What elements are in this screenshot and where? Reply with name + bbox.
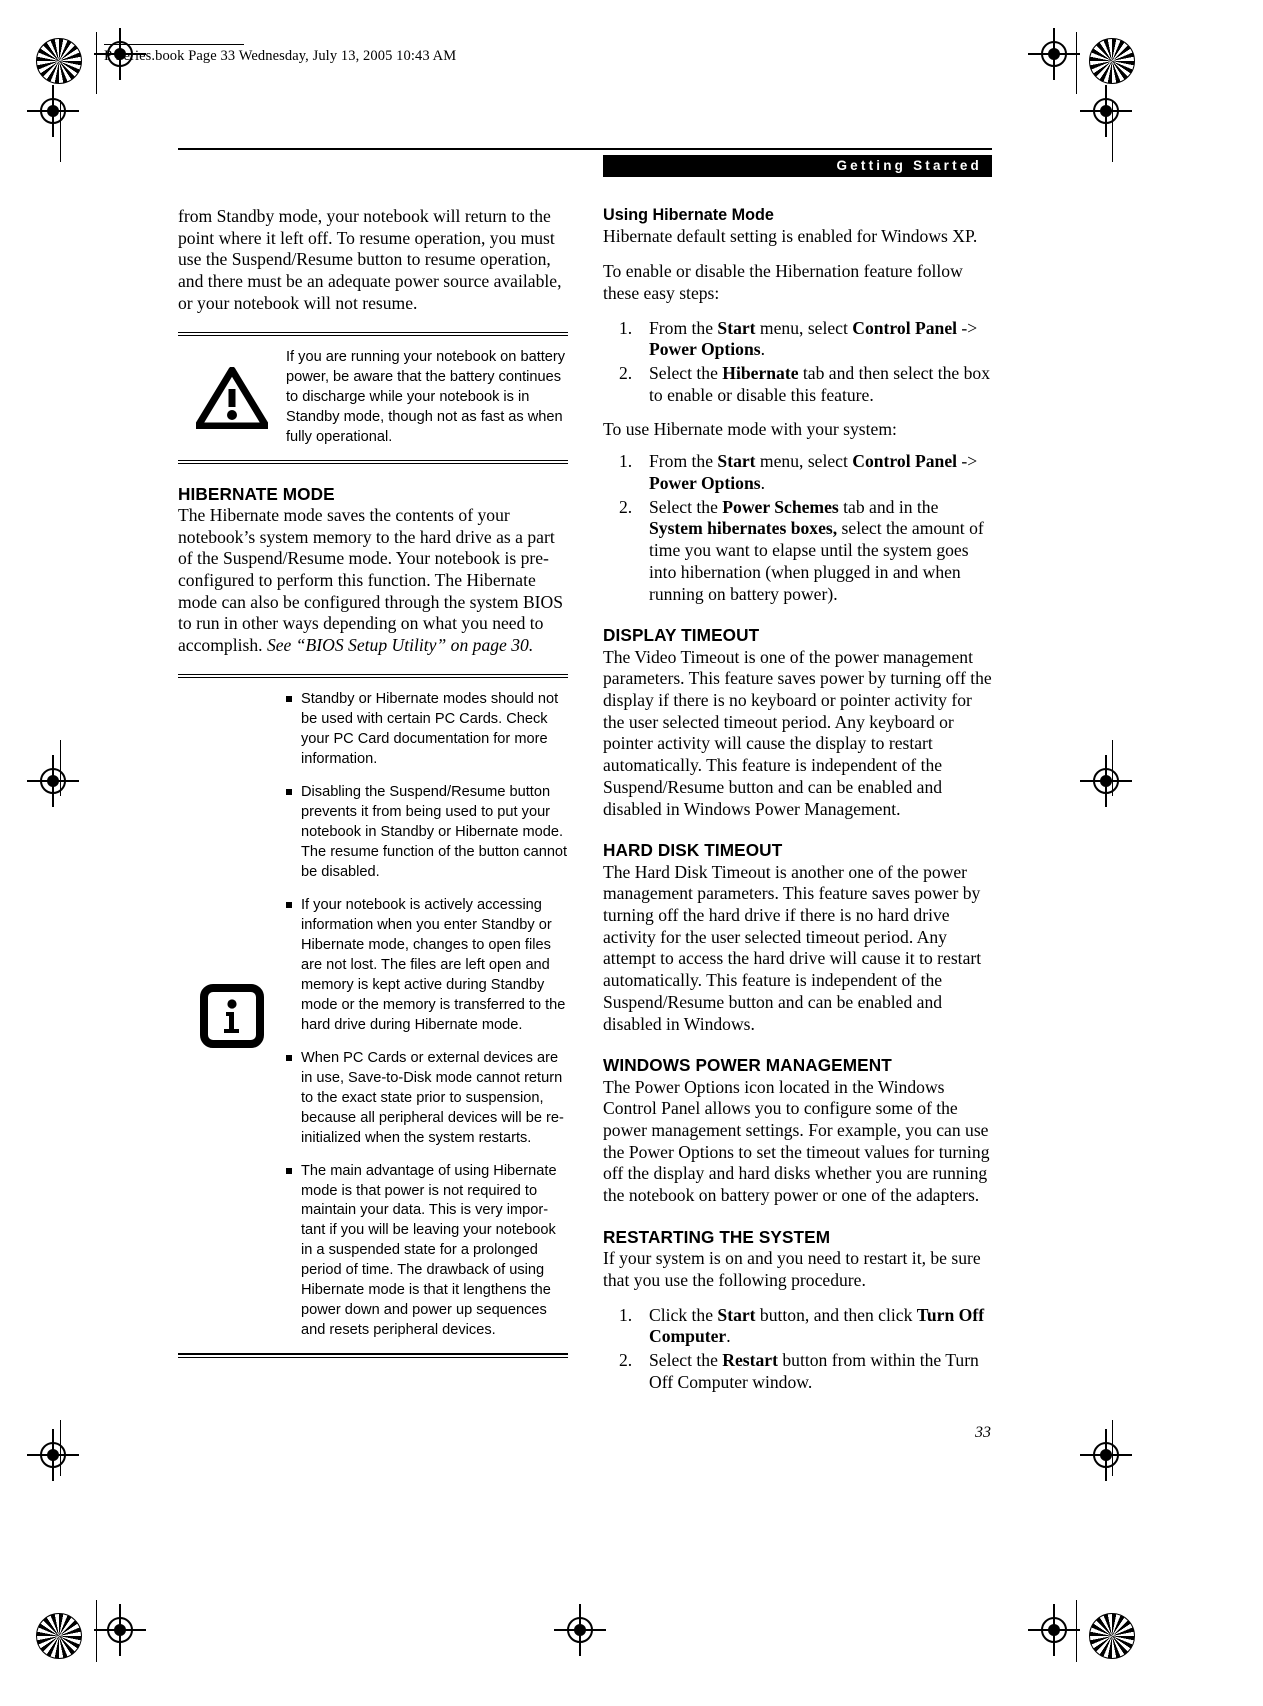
note-top-rule [178, 673, 568, 679]
manual-page: P Series.book Page 33 Wednesday, July 13… [0, 0, 1263, 1706]
step-number: 1. [619, 451, 633, 472]
note-callout: Standby or Hibernate modes should not be… [178, 673, 568, 1358]
caution-text: If you are running your notebook on batt… [286, 348, 566, 445]
info-icon [178, 983, 286, 1049]
step-bold: Start [717, 317, 756, 338]
note-bottom-rule [178, 1353, 568, 1358]
step-text: From the [649, 317, 718, 338]
hibernate-body-crossref: See “BIOS Setup Utility” on page 30. [266, 635, 534, 656]
step-text: menu, select [755, 451, 853, 472]
step-bold: Restart [722, 1350, 778, 1371]
list-item: If your notebook is actively accessing i… [286, 896, 568, 1036]
page-number: 33 [975, 1424, 991, 1441]
step-text: Select the [649, 496, 723, 517]
using-hibernate-para2: To enable or disable the Hibernation fea… [603, 261, 963, 303]
heading-display-timeout: DISPLAY TIMEOUT [603, 625, 760, 646]
step-bold: Power Options [649, 472, 761, 493]
step-bold: Power Options [649, 339, 761, 360]
heading-hibernate-mode: HIBERNATE MODE [178, 483, 335, 504]
callout-top-rule [178, 331, 568, 337]
step-text: menu, select [755, 317, 853, 338]
list-item: When PC Cards or external devices are in… [286, 1049, 568, 1149]
step-text: Select the [649, 363, 723, 384]
filestamp-rule [104, 44, 244, 45]
list-item: 1. Click the Start button, and then click… [603, 1305, 993, 1348]
step-bold: Control Panel [852, 451, 958, 472]
step-number: 2. [619, 363, 633, 384]
continued-paragraph: from Standby mode, your notebook will re… [178, 206, 562, 313]
list-item: 2. Select the Power Schemes tab and in th… [603, 497, 993, 606]
heading-using-hibernate-mode: Using Hibernate Mode [603, 206, 774, 224]
caution-callout: If you are running your notebook on batt… [178, 331, 568, 465]
step-text: From the [649, 451, 718, 472]
using-hibernate-para3: To use Hibernate mode with your system: [603, 419, 897, 440]
step-text: -> [957, 317, 978, 338]
running-head-text: Getting Started [836, 158, 982, 173]
step-text: -> [957, 451, 978, 472]
list-item: Disabling the Suspend/Resume button prev… [286, 783, 568, 883]
step-text: . [760, 472, 765, 493]
display-timeout-body: The Video Timeout is one of the power ma… [603, 646, 992, 819]
step-text: Click the [649, 1304, 718, 1325]
step-number: 2. [619, 1350, 633, 1371]
warning-triangle-icon [178, 366, 286, 429]
windows-power-management-body: The Power Options icon located in the Wi… [603, 1076, 990, 1206]
use-hibernate-steps: 1. From the Start menu, select Control Pa… [603, 451, 993, 605]
step-text: tab and in the [838, 496, 939, 517]
step-number: 2. [619, 496, 633, 517]
step-text: button, and then click [755, 1304, 917, 1325]
hibernate-body-text: The Hibernate mode saves the contents of… [178, 504, 564, 656]
step-text: . [760, 339, 765, 360]
right-column: Using Hibernate Mode Hibernate default s… [603, 206, 993, 1407]
restarting-the-system-body: If your system is on and you need to res… [603, 1248, 981, 1290]
step-text: Select the [649, 1350, 723, 1371]
step-number: 1. [619, 317, 633, 338]
step-number: 1. [619, 1304, 633, 1325]
header-top-rule [178, 148, 992, 150]
left-column: from Standby mode, your notebook will re… [178, 206, 568, 1358]
using-hibernate-intro: Hibernate default setting is enabled for… [603, 226, 978, 247]
step-bold: Start [717, 1304, 756, 1325]
step-bold: Control Panel [852, 317, 958, 338]
heading-hard-disk-timeout: HARD DISK TIMEOUT [603, 840, 783, 861]
list-item: 1. From the Start menu, select Control Pa… [603, 318, 993, 361]
print-filestamp: P Series.book Page 33 Wednesday, July 13… [104, 48, 457, 64]
hibernate-body: The Hibernate mode saves the contents of… [178, 505, 568, 657]
step-bold: Hibernate [722, 363, 799, 384]
list-item: 1. From the Start menu, select Control Pa… [603, 451, 993, 494]
note-bullet-list: Standby or Hibernate modes should not be… [286, 690, 568, 1342]
heading-windows-power-management: WINDOWS POWER MANAGEMENT [603, 1055, 892, 1076]
enable-disable-steps: 1. From the Start menu, select Control Pa… [603, 318, 993, 407]
hard-disk-timeout-body: The Hard Disk Timeout is another one of … [603, 861, 982, 1034]
step-text: . [726, 1326, 731, 1347]
running-head-bar: Getting Started [603, 155, 992, 177]
step-bold: System hibernates boxes, [649, 518, 838, 539]
restart-steps: 1. Click the Start button, and then click… [603, 1305, 993, 1394]
note-text: Standby or Hibernate modes should not be… [286, 690, 568, 1342]
step-bold: Power Schemes [722, 496, 839, 517]
list-item: Standby or Hibernate modes should not be… [286, 690, 568, 770]
list-item: 2. Select the Restart button from within … [603, 1350, 993, 1393]
callout-bottom-rule [178, 459, 568, 465]
heading-restarting-the-system: RESTARTING THE SYSTEM [603, 1226, 831, 1247]
step-bold: Start [717, 451, 756, 472]
list-item: The main advantage of using Hibernate mo… [286, 1162, 568, 1342]
list-item: 2. Select the Hibernate tab and then sele… [603, 363, 993, 406]
